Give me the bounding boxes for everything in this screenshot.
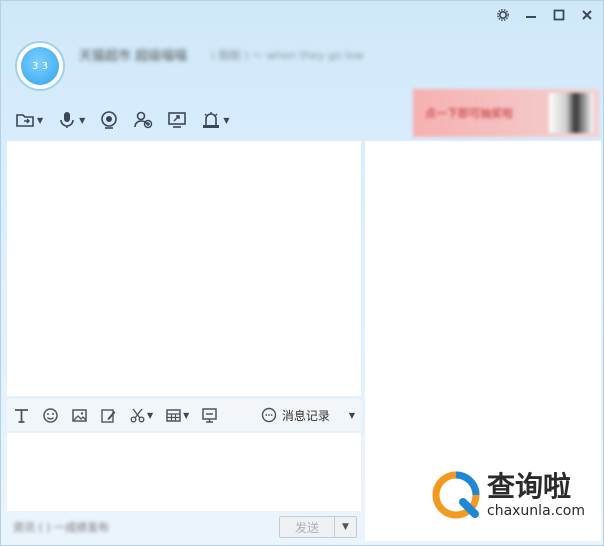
- whiteboard-button[interactable]: [201, 407, 218, 424]
- scissors-icon: [130, 408, 145, 422]
- handwriting-button[interactable]: [100, 407, 117, 424]
- chevron-down-icon: ▼: [37, 115, 44, 125]
- window-controls: [495, 7, 595, 23]
- chevron-down-icon: ▼: [342, 522, 349, 532]
- chevron-down-icon[interactable]: ▼: [349, 411, 355, 420]
- contact-signature: ( 酷酷 ) ～ when they go low: [211, 49, 364, 62]
- bottom-bar: 资讯 ( ) 一成绩发布 发送 ▼: [7, 513, 361, 541]
- close-icon[interactable]: [579, 7, 595, 23]
- ad-thumbnail: [549, 93, 593, 133]
- input-toolbar: ▼ ▼ 消息记录 ▼: [7, 399, 361, 431]
- image-icon: [72, 408, 87, 422]
- chat-window: 3 3 天猫超市 超级喵喵 ( 酷酷 ) ～ when they go low …: [0, 0, 604, 546]
- settings-icon[interactable]: [495, 7, 511, 23]
- font-button[interactable]: [13, 407, 30, 424]
- calendar-icon: [166, 408, 181, 422]
- minimize-icon[interactable]: [523, 7, 539, 23]
- image-button[interactable]: [71, 407, 88, 424]
- emoji-button[interactable]: [42, 407, 59, 424]
- remote-assist-button[interactable]: ▼: [201, 109, 229, 131]
- video-call-button[interactable]: [99, 109, 119, 131]
- watermark-text: 查询啦 chaxunla.com: [487, 470, 585, 520]
- chat-bubble-icon: [261, 407, 277, 423]
- pen-icon: [101, 408, 116, 423]
- camera-icon: [101, 111, 118, 129]
- ad-banner[interactable]: 点一下即可抽奖啦: [413, 89, 599, 137]
- chat-toolbar: ▼ ▼ ▼: [15, 109, 229, 131]
- chevron-down-icon: ▼: [147, 410, 154, 420]
- chevron-down-icon: ▼: [183, 410, 190, 420]
- screenshot-button[interactable]: ▼: [129, 407, 153, 424]
- send-options-button[interactable]: ▼: [335, 516, 357, 538]
- file-transfer-button[interactable]: ▼: [15, 109, 43, 131]
- watermark-cn: 查询啦: [487, 470, 572, 503]
- calendar-button[interactable]: ▼: [165, 407, 189, 424]
- chevron-down-icon: ▼: [223, 115, 230, 125]
- screen-share-button[interactable]: [167, 109, 187, 131]
- maximize-icon[interactable]: [551, 7, 567, 23]
- message-history-label: 消息记录: [281, 408, 330, 423]
- add-person-icon: [134, 111, 153, 129]
- send-button[interactable]: 发送: [279, 516, 335, 538]
- avatar[interactable]: 3 3: [15, 41, 65, 91]
- add-friend-button[interactable]: [133, 109, 153, 131]
- screen-share-icon: [168, 112, 187, 128]
- message-input[interactable]: [7, 433, 361, 511]
- font-icon: [15, 408, 28, 423]
- message-history-area[interactable]: [7, 141, 361, 396]
- watermark-logo-icon: [432, 471, 480, 519]
- folder-icon: [16, 114, 34, 127]
- smiley-icon: [43, 407, 58, 423]
- chevron-down-icon: ▼: [79, 115, 86, 125]
- message-history-button[interactable]: 消息记录 ▼: [261, 407, 355, 424]
- watermark-en: chaxunla.com: [487, 503, 585, 519]
- bottom-status-text: 资讯 ( ) 一成绩发布: [13, 521, 110, 534]
- microphone-icon: [60, 112, 74, 128]
- monitor-icon: [202, 407, 218, 423]
- ad-text: 点一下即可抽奖啦: [425, 107, 513, 120]
- avatar-image: 3 3: [21, 47, 59, 85]
- contact-name[interactable]: 天猫超市 超级喵喵: [79, 45, 187, 64]
- watermark: 查询啦 chaxunla.com: [429, 461, 599, 529]
- send-group: 发送 ▼: [279, 516, 357, 538]
- voice-call-button[interactable]: ▼: [57, 109, 85, 131]
- alarm-icon: [203, 112, 220, 128]
